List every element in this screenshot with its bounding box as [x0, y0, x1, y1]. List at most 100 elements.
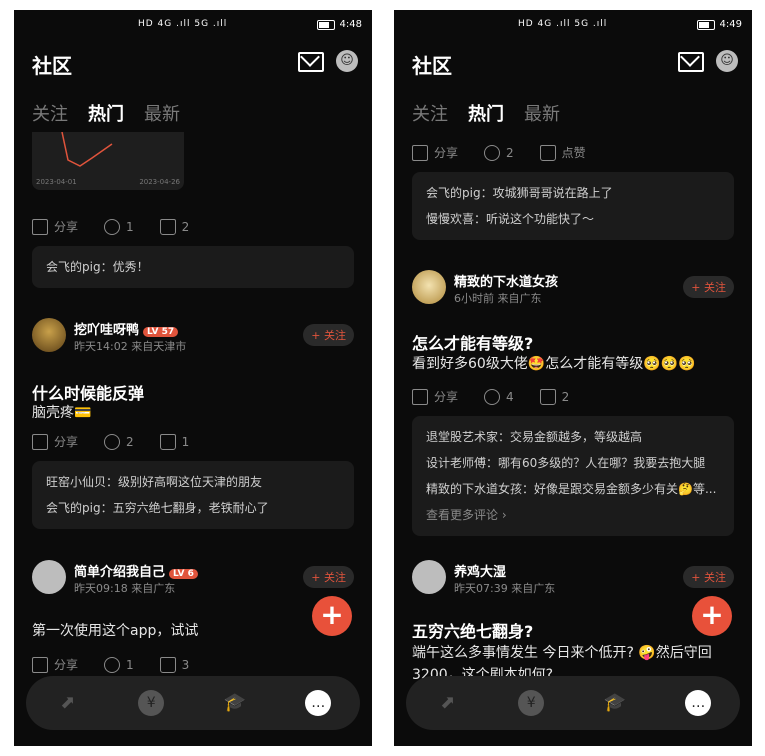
share-button[interactable]: 分享: [412, 144, 458, 161]
mail-icon[interactable]: [298, 52, 324, 72]
post-body[interactable]: 看到好多60级大佬🤩怎么才能有等级🥺🥺🥺: [412, 353, 734, 375]
screen-right: HD 4G .ıll 5G .ıll 4:49 社区 ☺ 关注 热门 最新 分享…: [394, 10, 752, 746]
post-title[interactable]: 五穷六绝七翻身?: [412, 618, 734, 642]
like-button[interactable]: 1: [159, 433, 190, 450]
comment-item: 精致的下水道女孩：好像是跟交易金额多少有关🤔等...: [426, 482, 717, 496]
post-actions: 分享 1 3: [32, 656, 189, 673]
plus-icon[interactable]: +: [692, 596, 732, 636]
share-button[interactable]: 分享: [32, 433, 78, 450]
share-label: 分享: [434, 390, 459, 404]
like-label: 点赞: [561, 146, 586, 160]
bottom-nav: ⬈ ¥ 🎓 …: [406, 676, 740, 730]
post-actions: 分享 2 点赞: [412, 144, 586, 161]
like-count: 2: [561, 389, 570, 404]
comment-box[interactable]: 会飞的pig：攻城狮哥哥说在路上了 慢慢欢喜：听说这个功能快了～: [412, 172, 734, 240]
yuan-icon[interactable]: ¥: [518, 690, 545, 716]
post-actions: 分享 4 2: [412, 388, 569, 405]
tab-hot[interactable]: 热门: [468, 100, 504, 126]
graduation-icon[interactable]: 🎓: [602, 690, 628, 716]
battery-icon: [316, 19, 335, 30]
like-button[interactable]: 2: [539, 388, 570, 405]
like-count: 3: [181, 657, 190, 672]
like-button[interactable]: 2: [159, 218, 189, 235]
post-body[interactable]: 脑壳疼💳: [32, 402, 354, 424]
tab-hot[interactable]: 热门: [88, 100, 124, 126]
page-title: 社区: [412, 54, 452, 78]
comment-button[interactable]: 1: [104, 656, 134, 673]
like-button[interactable]: 3: [159, 656, 190, 673]
screen-left: HD 4G .ıll 5G .ıll 4:48 社区 ☺ 关注 热门 最新 20…: [14, 10, 372, 746]
like-count: 1: [181, 434, 190, 449]
avatar[interactable]: [412, 270, 446, 304]
author-name[interactable]: 简单介绍我自己 LV 6: [74, 561, 198, 580]
page-title: 社区: [32, 54, 72, 78]
thumb-up-icon: [159, 433, 176, 450]
like-button[interactable]: 点赞: [539, 144, 586, 161]
share-button[interactable]: 分享: [412, 388, 458, 405]
post-body[interactable]: 第一次使用这个app，试试: [32, 620, 354, 642]
post-title[interactable]: 什么时候能反弹: [32, 380, 354, 404]
chart-icon[interactable]: ⬈: [435, 690, 461, 716]
plus-icon[interactable]: +: [312, 596, 352, 636]
avatar-icon[interactable]: ☺: [716, 50, 738, 72]
thumb-up-icon: [159, 218, 176, 235]
share-button[interactable]: 分享: [32, 218, 78, 235]
tab-following[interactable]: 关注: [412, 100, 448, 126]
tab-latest[interactable]: 最新: [524, 100, 560, 126]
header: 社区 ☺: [32, 50, 358, 80]
post-meta: 昨天07:39 来自广东: [454, 582, 556, 595]
avatar-icon[interactable]: ☺: [336, 50, 358, 72]
comment-button[interactable]: 4: [484, 388, 514, 405]
thumb-up-icon: [539, 144, 556, 161]
post-header: 养鸡大湿 昨天07:39 来自广东 + 关注: [412, 560, 734, 596]
follow-button[interactable]: + 关注: [683, 566, 734, 588]
level-badge: LV 6: [169, 569, 198, 579]
author-name[interactable]: 精致的下水道女孩: [454, 271, 558, 290]
follow-button[interactable]: + 关注: [303, 324, 354, 346]
comment-item: 旺窑小仙贝：级别好高啊这位天津的朋友: [46, 475, 263, 489]
graduation-icon[interactable]: 🎓: [222, 690, 248, 716]
comment-box[interactable]: 退堂股艺术家：交易金额越多，等级越高 设计老师傅：哪有60多级的？人在哪？我要去…: [412, 416, 734, 536]
comment-box[interactable]: 会飞的pig：优秀！: [32, 246, 354, 288]
share-label: 分享: [434, 146, 459, 160]
follow-button[interactable]: + 关注: [683, 276, 734, 298]
status-bar: HD 4G .ıll 5G .ıll 4:48: [14, 10, 372, 44]
yuan-icon[interactable]: ¥: [138, 690, 165, 716]
share-icon: [412, 388, 428, 405]
comment-button[interactable]: 2: [104, 433, 134, 450]
comment-item: 会飞的pig：五穷六绝七翻身，老铁耐心了: [46, 501, 269, 515]
thumb-up-icon: [159, 656, 176, 673]
bottom-nav: ⬈ ¥ 🎓 …: [26, 676, 360, 730]
comment-icon: [104, 433, 121, 450]
mail-icon[interactable]: [678, 52, 704, 72]
comment-item: 慢慢欢喜：听说这个功能快了～: [426, 212, 595, 226]
chart-icon[interactable]: ⬈: [55, 690, 81, 716]
post-header: 精致的下水道女孩 6小时前 来自广东 + 关注: [412, 270, 734, 306]
post-header: 挖吖哇呀鸭 LV 57 昨天14:02 来自天津市 + 关注: [32, 318, 354, 354]
tab-following[interactable]: 关注: [32, 100, 68, 126]
comment-item: 会飞的pig：攻城狮哥哥说在路上了: [426, 186, 613, 200]
avatar[interactable]: [32, 560, 66, 594]
avatar[interactable]: [32, 318, 66, 352]
more-comments-link[interactable]: 查看更多评论 ›: [426, 502, 720, 528]
chart-thumbnail[interactable]: 2023-04-01 2023-04-26: [32, 132, 184, 190]
post-meta: 昨天14:02 来自天津市: [74, 340, 187, 353]
share-button[interactable]: 分享: [32, 656, 78, 673]
clock: 4:48: [339, 19, 362, 30]
chart-date-start: 2023-04-01: [36, 178, 77, 186]
level-badge: LV 57: [143, 327, 179, 337]
comment-box[interactable]: 旺窑小仙贝：级别好高啊这位天津的朋友 会飞的pig：五穷六绝七翻身，老铁耐心了: [32, 461, 354, 529]
signal-indicator: HD 4G .ıll 5G .ıll: [518, 19, 608, 29]
tabs: 关注 热门 最新: [32, 100, 180, 126]
post-title[interactable]: 怎么才能有等级?: [412, 330, 734, 354]
chat-icon[interactable]: …: [305, 690, 332, 716]
avatar[interactable]: [412, 560, 446, 594]
comment-button[interactable]: 1: [104, 218, 134, 235]
tab-latest[interactable]: 最新: [144, 100, 180, 126]
share-icon: [32, 218, 48, 235]
comment-button[interactable]: 2: [484, 144, 514, 161]
chat-icon[interactable]: …: [685, 690, 712, 716]
follow-button[interactable]: + 关注: [303, 566, 354, 588]
author-name[interactable]: 挖吖哇呀鸭 LV 57: [74, 319, 179, 338]
author-name[interactable]: 养鸡大湿: [454, 561, 506, 580]
